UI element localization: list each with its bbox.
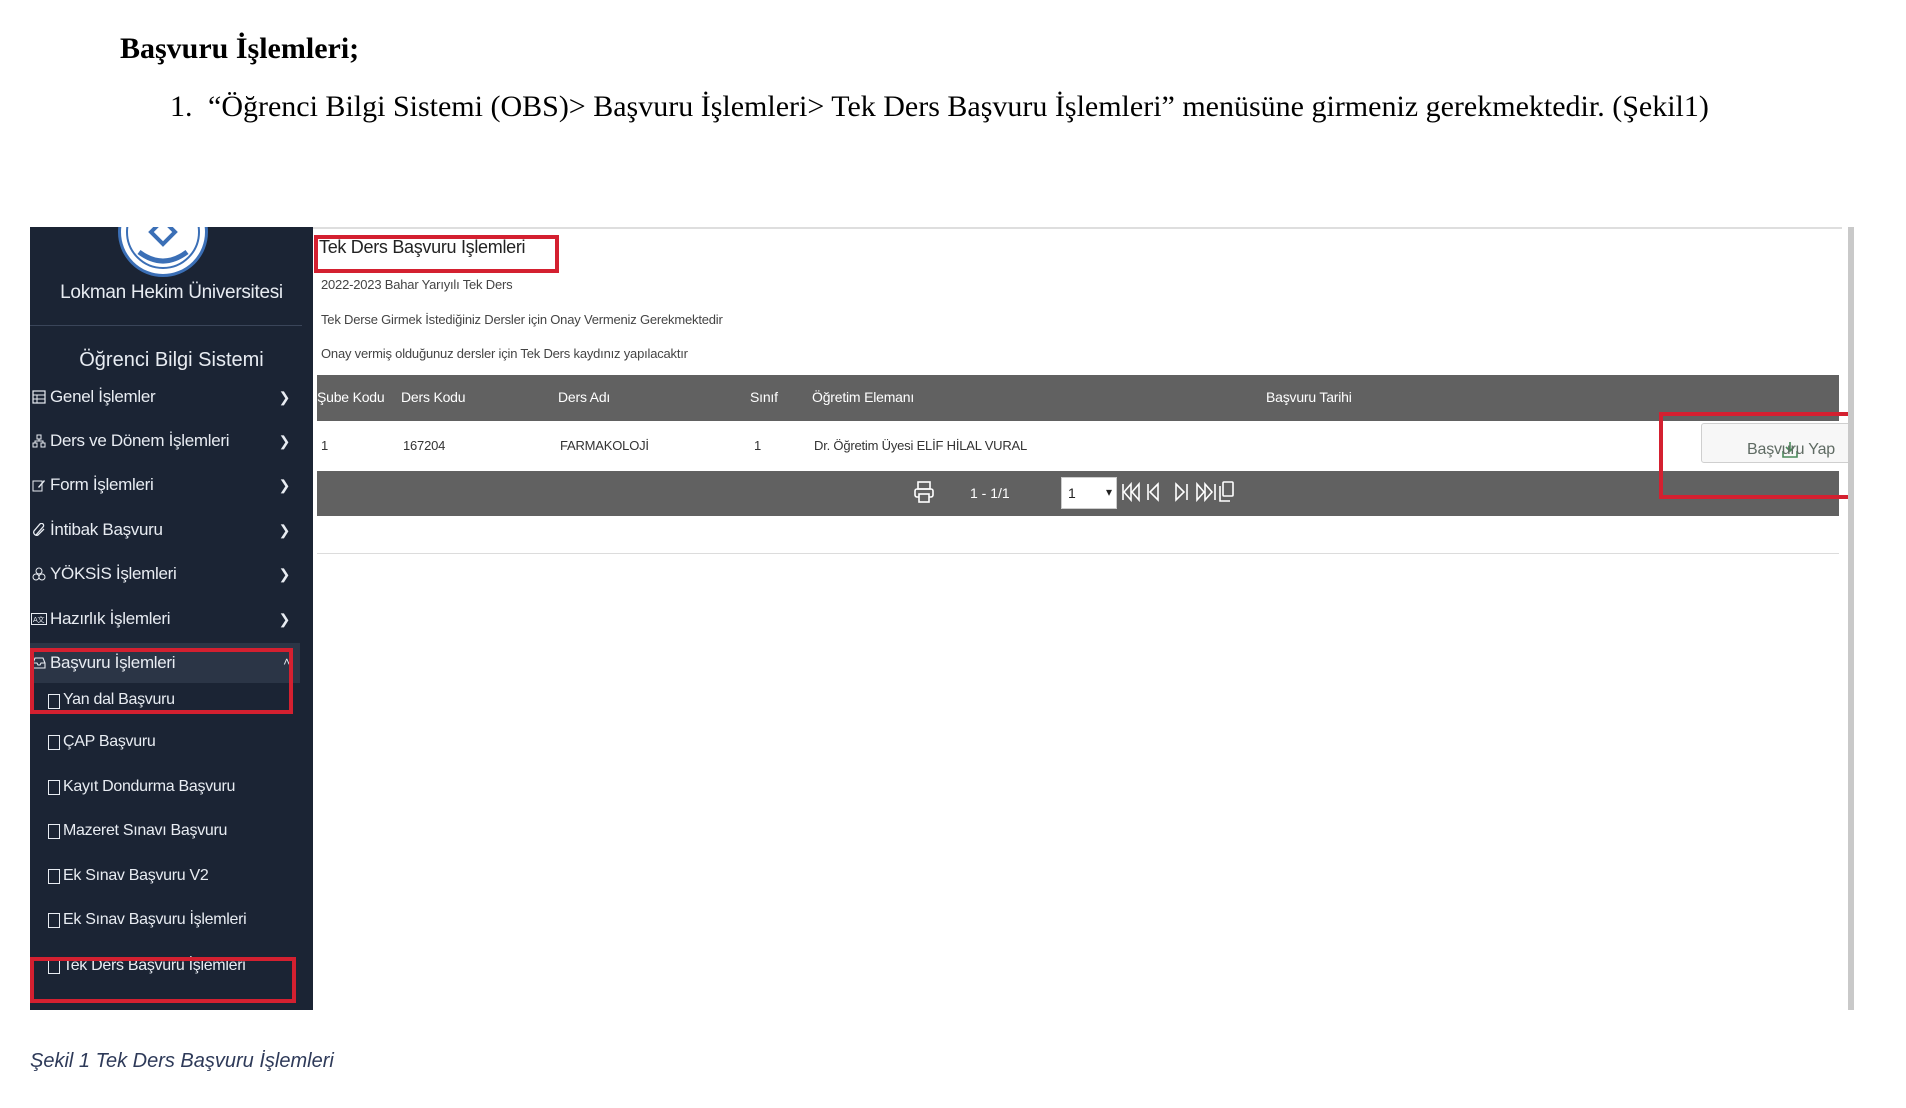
chevron-right-icon: ❯ [278,477,291,493]
sidebar-item-label: Ders ve Dönem İşlemleri [50,431,230,450]
square-icon [48,823,60,839]
print-icon[interactable] [913,480,935,507]
square-icon [48,779,60,795]
paperclip-icon [30,522,48,538]
column-header: Ders Adı [558,389,611,405]
cell-ders-kodu: 167204 [403,438,446,453]
sidebar-item-form-islemleri[interactable]: Form İşlemleri ❯ [30,465,300,505]
highlight-basvuru-menu [30,648,293,714]
chevron-right-icon: ❯ [278,611,291,627]
table-header: Şube Kodu Ders Kodu Ders Adı Sınıf Öğret… [317,375,1839,421]
first-page-icon[interactable] [1121,481,1141,506]
top-border [313,227,1842,229]
sidebar-subitem-kayit-dondurma[interactable]: Kayıt Dondurma Başvuru [48,769,298,805]
sidebar-divider [30,325,302,326]
square-icon [48,734,60,750]
pager-range: 1 - 1/1 [970,485,1010,501]
column-header: Şube Kodu [317,389,385,405]
university-name: Lokman Hekim Üniversitesi [60,282,283,303]
content-bottom-border [317,553,1839,554]
sidebar-item-label: Hazırlık İşlemleri [50,609,171,628]
sidebar: Lokman Hekim Üniversitesi Öğrenci Bilgi … [30,227,313,1010]
page-select-value: 1 [1068,485,1076,501]
info-line-1: Tek Derse Girmek İstediğiniz Dersler içi… [321,312,723,327]
column-header: Sınıf [750,389,778,405]
highlight-apply-button [1659,412,1848,499]
sidebar-item-label: YÖKSİS İşlemleri [50,564,177,583]
page-select[interactable]: 1 ▾ [1061,477,1117,509]
university-logo [118,227,208,277]
sidebar-subitem-label: ÇAP Başvuru [63,733,156,750]
screenshot-figure: Lokman Hekim Üniversitesi Öğrenci Bilgi … [30,227,1854,1010]
sidebar-item-yoksis[interactable]: YÖKSİS İşlemleri ❯ [30,554,300,594]
cell-ogretim-elemani: Dr. Öğretim Üyesi ELİF HİLAL VURAL [814,438,1028,453]
sitemap-icon [30,433,48,449]
table-icon [30,389,48,405]
document-step: 1. “Öğrenci Bilgi Sistemi (OBS)> Başvuru … [170,90,1709,124]
square-icon [48,912,60,928]
figure-caption: Şekil 1 Tek Ders Başvuru İşlemleri [30,1050,334,1072]
sidebar-subitem-mazeret[interactable]: Mazeret Sınavı Başvuru [48,813,298,849]
last-page-icon[interactable] [1195,481,1217,506]
chevron-right-icon: ❯ [278,566,291,582]
next-page-icon[interactable] [1173,481,1189,506]
svg-text:A文: A文 [33,615,44,624]
chevron-right-icon: ❯ [278,389,291,405]
copy-icon[interactable] [1217,480,1235,507]
sidebar-subitem-cap[interactable]: ÇAP Başvuru [48,724,298,760]
sidebar-subitem-label: Mazeret Sınavı Başvuru [63,822,228,839]
sidebar-subitem-ek-sinav-v2[interactable]: Ek Sınav Başvuru V2 [48,858,298,894]
table-row: 1 167204 FARMAKOLOJİ 1 Dr. Öğretim Üyesi… [317,421,1848,471]
step-text: “Öğrenci Bilgi Sistemi (OBS)> Başvuru İş… [208,90,1709,123]
sidebar-subitem-label: Kayıt Dondurma Başvuru [63,778,236,795]
sidebar-item-label: İntibak Başvuru [50,520,163,539]
system-name: Öğrenci Bilgi Sistemi [79,349,264,371]
sidebar-subitem-ek-sinav-islemleri[interactable]: Ek Sınav Başvuru İşlemleri [48,902,298,938]
column-header: Öğretim Elemanı [812,389,915,405]
cell-sube-kodu: 1 [321,438,329,453]
main-content: Tek Ders Başvuru İşlemleri 2022-2023 Bah… [313,227,1848,1010]
highlight-page-title [314,235,559,273]
term-label: 2022-2023 Bahar Yarıyılı Tek Ders [321,277,513,292]
edit-icon [30,477,48,493]
sidebar-item-label: Form İşlemleri [50,475,154,494]
highlight-tek-ders-menu [30,957,296,1003]
chevron-down-icon: ▾ [1105,485,1112,499]
info-line-2: Onay vermiş olduğunuz dersler için Tek D… [321,346,688,361]
sidebar-item-hazirlik[interactable]: A文 Hazırlık İşlemleri ❯ [30,599,300,639]
square-icon [48,868,60,884]
step-number: 1. [170,90,193,123]
chevron-right-icon: ❯ [278,522,291,538]
table-pager: 1 - 1/1 1 ▾ [317,471,1839,516]
sidebar-item-label: Genel İşlemler [50,387,156,406]
sidebar-subitem-label: Ek Sınav Başvuru İşlemleri [63,911,247,928]
document-heading: Başvuru İşlemleri; [120,32,360,65]
language-icon: A文 [30,611,48,627]
prev-page-icon[interactable] [1146,481,1162,506]
sidebar-subitem-label: Ek Sınav Başvuru V2 [63,867,209,884]
column-header: Başvuru Tarihi [1266,389,1352,405]
cell-ders-adi: FARMAKOLOJİ [560,438,649,453]
sidebar-item-intibak-basvuru[interactable]: İntibak Başvuru ❯ [30,510,300,550]
cell-sinif: 1 [754,438,762,453]
cubes-icon [30,566,48,582]
sidebar-item-genel-islemler[interactable]: Genel İşlemler ❯ [30,377,300,417]
column-header: Ders Kodu [401,389,466,405]
chevron-right-icon: ❯ [278,433,291,449]
sidebar-item-ders-donem[interactable]: Ders ve Dönem İşlemleri ❯ [30,421,300,461]
